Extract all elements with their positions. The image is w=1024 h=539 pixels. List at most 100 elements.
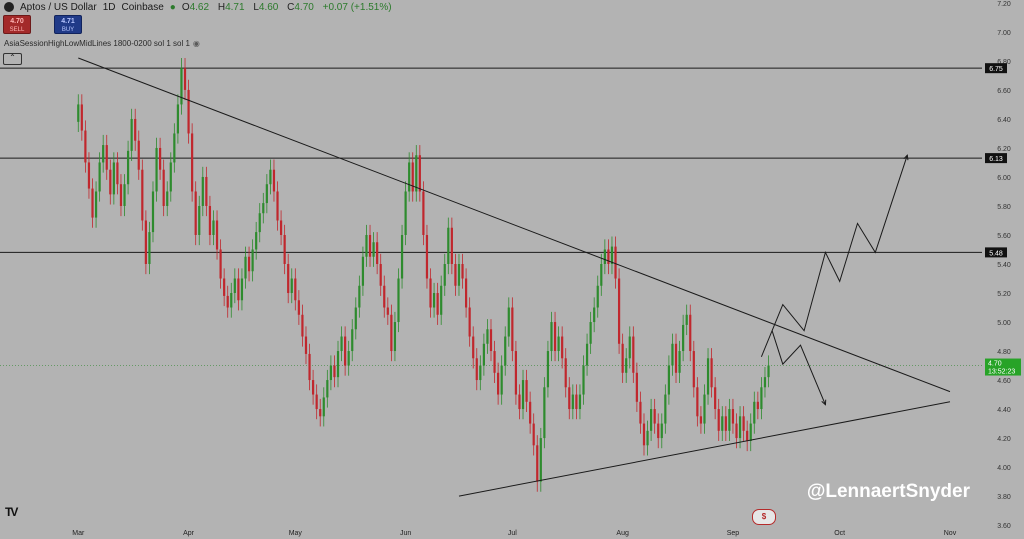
candle-body (308, 353, 311, 381)
x-tick-label: Apr (183, 530, 195, 537)
candle-body (173, 133, 176, 163)
candle-body (696, 387, 699, 417)
candle-body (703, 394, 706, 424)
candle-body (393, 322, 397, 352)
earnings-event-icon[interactable]: $ (752, 509, 776, 525)
candle-body (386, 307, 389, 315)
candle-body (731, 409, 735, 424)
candle-body (440, 285, 443, 315)
level-price-label: 5.48 (989, 250, 1003, 257)
candle-body (671, 343, 674, 366)
indicator-legend[interactable]: AsiaSessionHighLowMidLines 1800-0200 sol… (4, 39, 200, 48)
candle-body (689, 314, 692, 352)
candle-body (532, 423, 535, 446)
candle-body (240, 278, 244, 301)
bearish-projection-path (771, 330, 826, 405)
candle-body (543, 387, 546, 439)
candle-body (617, 278, 621, 344)
candle-body (91, 188, 94, 218)
candle-body (201, 176, 204, 206)
candle-body (738, 416, 742, 439)
candle-body (667, 365, 671, 395)
candle-body (365, 234, 368, 257)
last-price-label: 4.70 (988, 361, 1002, 368)
candle-body (557, 336, 560, 352)
candle-body (735, 423, 738, 439)
candle-body (351, 329, 354, 352)
candle-body (84, 130, 87, 163)
candle-body (692, 351, 695, 388)
x-tick-label: Jul (508, 530, 517, 537)
candle-body (429, 278, 432, 308)
candle-body (358, 285, 361, 308)
candle-body (746, 430, 749, 441)
candle-body (404, 191, 407, 235)
candle-body (77, 104, 80, 122)
candle-body (344, 336, 347, 366)
candle-body (151, 191, 155, 233)
y-tick-label: 5.80 (997, 204, 1011, 211)
candle-body (436, 293, 439, 315)
y-tick-label: 3.60 (997, 523, 1011, 530)
candle-body (208, 205, 212, 235)
level-price-label: 6.75 (989, 66, 1003, 73)
candle-body (159, 147, 162, 170)
y-tick-label: 6.40 (997, 117, 1011, 124)
candle-body (109, 169, 112, 195)
candle-body (148, 232, 151, 264)
eye-icon[interactable]: ◉ (193, 39, 200, 48)
y-tick-label: 4.00 (997, 465, 1011, 472)
candle-body (546, 351, 550, 388)
candle-body (714, 387, 717, 410)
candle-body (589, 322, 592, 344)
price-chart[interactable]: 7.207.006.806.606.406.206.005.805.605.40… (0, 0, 1024, 539)
candle-body (607, 249, 610, 264)
candle-body (582, 365, 585, 395)
candle-body (180, 68, 183, 105)
candle-body (408, 162, 411, 192)
candle-body (642, 423, 646, 446)
candle-body (450, 227, 453, 264)
candle-body (269, 169, 272, 185)
candle-body (578, 394, 582, 410)
sell-button[interactable]: 4.70 SELL (3, 15, 31, 34)
candle-body (376, 242, 379, 264)
candle-body (119, 184, 123, 206)
bullish-projection-path (760, 155, 908, 357)
candle-body (183, 68, 187, 90)
candle-body (529, 401, 532, 424)
candle-body (753, 401, 756, 424)
candle-body (194, 191, 197, 235)
candle-body (116, 162, 119, 185)
candle-body (212, 220, 215, 235)
candle-body (379, 264, 382, 286)
candle-body (205, 176, 208, 206)
symbol-name[interactable]: Aptos / US Dollar (20, 2, 97, 13)
y-tick-label: 5.60 (997, 233, 1011, 240)
candle-body (521, 380, 525, 410)
candle-body (397, 278, 400, 323)
collapse-legend-button[interactable]: ⌃ (3, 53, 22, 65)
candle-body (497, 372, 500, 395)
price-axis (982, 0, 1024, 539)
candle-body (489, 329, 493, 352)
candle-body (326, 380, 329, 398)
interval[interactable]: 1D (103, 2, 116, 13)
candle-body (112, 162, 115, 195)
tradingview-icon[interactable]: TV (5, 505, 18, 519)
candle-body (657, 423, 660, 439)
y-tick-label: 6.20 (997, 146, 1011, 153)
chart-header: Aptos / US Dollar 1D Coinbase ● O4.62 H4… (0, 0, 404, 14)
x-tick-label: Nov (944, 530, 957, 537)
candle-body (628, 336, 631, 359)
candle-body (287, 264, 290, 294)
buy-button[interactable]: 4.71 BUY (54, 15, 82, 34)
candle-body (233, 278, 236, 294)
candle-body (575, 394, 578, 410)
candle-body (511, 307, 514, 352)
candle-body (80, 104, 83, 131)
candle-body (315, 394, 318, 410)
candle-body (368, 234, 372, 257)
x-tick-label: Aug (616, 530, 629, 537)
y-tick-label: 4.80 (997, 349, 1011, 356)
